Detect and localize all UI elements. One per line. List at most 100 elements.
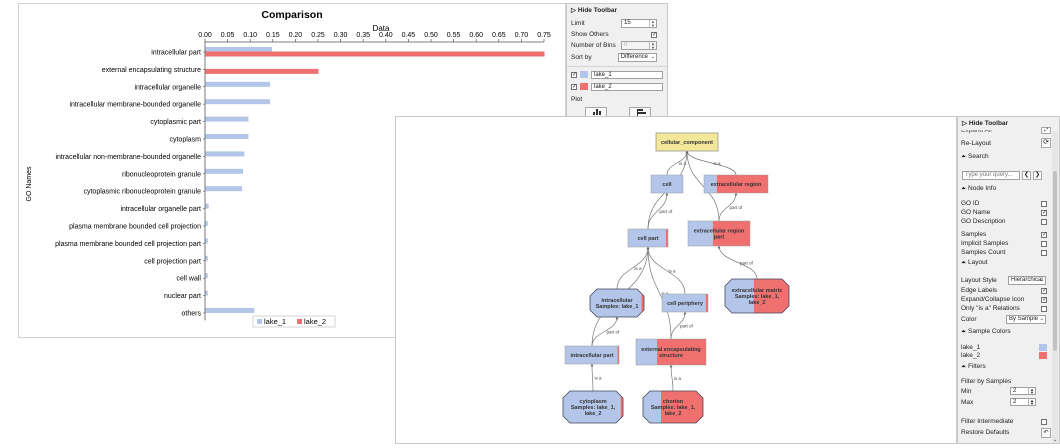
min-label: Min <box>961 388 972 395</box>
spinner-arrows-icon[interactable]: ▲ ▼ <box>649 20 656 27</box>
only-isa-row: Only "is a" Relations <box>961 304 1020 313</box>
x-tick-label: 0.75 <box>537 32 551 39</box>
samples-count-checkbox[interactable] <box>1041 250 1047 256</box>
bar-lake-1-intracellular-membrane-bounded-organelle <box>205 99 271 105</box>
go-id-checkbox[interactable] <box>1041 201 1047 207</box>
spinner-arrows-icon[interactable]: ▲ ▼ <box>1028 388 1035 395</box>
restore-defaults-button[interactable]: ↶ <box>1041 428 1051 438</box>
node-label: cell part <box>637 236 658 242</box>
node-cytoplasm[interactable]: cytoplasmSamples: lake_1,lake_2 <box>562 390 624 424</box>
node-label: chorion <box>663 399 684 405</box>
scrollbar-thumb[interactable] <box>1053 171 1057 351</box>
sample-color-lake-2-swatch[interactable] <box>1039 352 1047 359</box>
search-next-button[interactable]: ❯ <box>1033 171 1042 180</box>
chevron-down-icon: ⌄ <box>1039 277 1044 283</box>
scroll-down-icon[interactable]: ⌄ <box>1052 437 1058 443</box>
sample-lake-2-swatch <box>580 83 588 90</box>
node-extracellular-region-part[interactable]: extracellular regionpart <box>687 220 751 247</box>
spinner-arrows-icon[interactable]: ▲ ▼ <box>1028 399 1035 406</box>
sample-color-lake-2-label: lake_2 <box>961 352 981 359</box>
go-hierarchy-graph[interactable]: is ais apart ofpart ofis ais ais ais ais… <box>396 117 956 443</box>
layout-section-header[interactable]: ⏶ Layout <box>961 258 988 267</box>
node-label: cell <box>662 182 672 188</box>
filter-intermediate-checkbox[interactable] <box>1041 419 1047 425</box>
limit-spinner[interactable]: 15 ▲ ▼ <box>621 19 657 28</box>
color-select[interactable]: By Sample ⌄ <box>1006 315 1046 324</box>
node-cell-periphery[interactable]: cell periphery <box>661 293 709 313</box>
show-others-checkbox[interactable]: ✓ <box>651 32 657 38</box>
toolbar-scrollbar[interactable]: ⌄ <box>1052 131 1058 443</box>
sample-lake-1-field[interactable]: lake_1 <box>591 71 663 79</box>
expand-collapse-icon-checkbox[interactable]: ✓ <box>1041 297 1047 303</box>
edge-label: is a <box>635 266 643 271</box>
bins-spinner[interactable]: 0 ▲ ▼ <box>621 41 657 50</box>
spinner-arrows-icon[interactable]: ▲ ▼ <box>649 42 656 49</box>
sort-by-label: Sort by <box>571 54 592 61</box>
category-label-external-encapsulating-structure: external encapsulating structure <box>102 67 201 74</box>
layout-style-select[interactable]: Hierarchical ⌄ <box>1008 276 1046 285</box>
filters-section-header[interactable]: ⏶ Filters <box>961 362 986 371</box>
go-graph-window[interactable]: is ais apart ofpart ofis ais ais ais ais… <box>395 116 957 444</box>
category-label-cell-wall: cell wall <box>176 276 201 283</box>
sample-color-lake-1-swatch[interactable] <box>1039 344 1047 351</box>
node-intracellular[interactable]: intracellularSamples: lake_1 <box>589 288 645 318</box>
go-name-row: GO Name <box>961 208 990 217</box>
max-spinner[interactable]: 2 ▲ ▼ <box>1010 398 1036 406</box>
node-cellular-component[interactable]: cellular_component <box>655 132 719 152</box>
x-tick-label: 0.60 <box>469 32 483 39</box>
x-tick-label: 0.35 <box>356 32 370 39</box>
go-name-checkbox[interactable]: ✓ <box>1041 210 1047 216</box>
category-label-nuclear-part: nuclear part <box>164 293 201 300</box>
go-name-label: GO Name <box>961 209 991 216</box>
node-cell-part[interactable]: cell part <box>627 228 669 248</box>
expand-icon: ⤢ <box>1043 127 1048 133</box>
sample-lake-2-checkbox[interactable]: ✓ <box>571 84 577 90</box>
min-spinner[interactable]: 2 ▲ ▼ <box>1010 387 1036 395</box>
search-section-header[interactable]: ⏶ Search <box>961 152 989 161</box>
only-isa-checkbox[interactable] <box>1041 306 1047 312</box>
node-label: structure <box>659 353 683 359</box>
sample-colors-section-header[interactable]: ⏶ Sample Colors <box>961 327 1011 336</box>
sample-colors-section-label: Sample Colors <box>968 328 1011 335</box>
node-extracellular-region[interactable]: extracellular region <box>703 174 769 194</box>
node-extracellular-matrix[interactable]: extracellular matrixSamples: lake_1,lake… <box>724 278 790 314</box>
x-tick-label: 0.45 <box>402 32 416 39</box>
node-cell[interactable]: cell <box>650 174 684 194</box>
number-of-bins-row: Number of Bins 0 ▲ ▼ <box>571 41 663 51</box>
node-label: Samples: lake_1, <box>735 294 780 300</box>
sort-by-select[interactable]: Difference ⌄ <box>617 53 657 62</box>
bar-lake-2-external-encapsulating-structure <box>205 68 319 74</box>
sample-lake-1-checkbox[interactable]: ✓ <box>571 72 577 78</box>
go-description-checkbox[interactable] <box>1041 219 1047 225</box>
limit-value: 15 <box>624 20 631 26</box>
implicit-samples-checkbox[interactable] <box>1041 241 1047 247</box>
sample-lake-1-name: lake_1 <box>594 72 612 78</box>
x-tick-label: 0.15 <box>266 32 280 39</box>
bar-lake-1-intracellular-organelle-part <box>205 203 209 209</box>
edge-labels-label: Edge Labels <box>961 287 998 294</box>
search-section-label: Search <box>968 153 989 160</box>
node-chorion[interactable]: chorionSamples: lake_1,lake_2 <box>642 390 704 424</box>
bar-lake-1-others <box>205 308 255 313</box>
samples-checkbox[interactable]: ✓ <box>1041 232 1047 238</box>
relayout-button[interactable]: ⟳ <box>1041 138 1051 148</box>
sample-lake-2-field[interactable]: lake_2 <box>591 83 663 91</box>
edge-labels-checkbox[interactable]: ✓ <box>1041 288 1047 294</box>
search-previous-button[interactable]: ❮ <box>1022 171 1031 180</box>
search-input[interactable]: Type your query... <box>962 171 1020 180</box>
edge-label: is a <box>669 269 677 274</box>
node-intracellular-part[interactable]: intracellular part <box>564 345 620 365</box>
divider <box>567 66 667 67</box>
only-isa-label: Only "is a" Relations <box>961 305 1020 312</box>
hide-toolbar-toggle[interactable]: ▷ Hide Toolbar <box>567 4 667 18</box>
node-label: intracellular part <box>570 353 613 359</box>
edge-label: part of <box>740 261 754 266</box>
implicit-samples-label: Implicit Samples <box>961 240 1009 247</box>
node-label: cytoplasm <box>579 399 606 405</box>
expand-all-button[interactable]: ⤢ <box>1041 127 1051 134</box>
edge-label: part of <box>607 330 621 335</box>
x-tick-label: 0.55 <box>447 32 461 39</box>
filter-by-samples-label: Filter by Samples <box>961 378 1012 385</box>
node-info-section-header[interactable]: ⏶ Node Info <box>961 184 996 193</box>
node-external-encapsulating[interactable]: external encapsulatingstructure <box>635 338 707 366</box>
